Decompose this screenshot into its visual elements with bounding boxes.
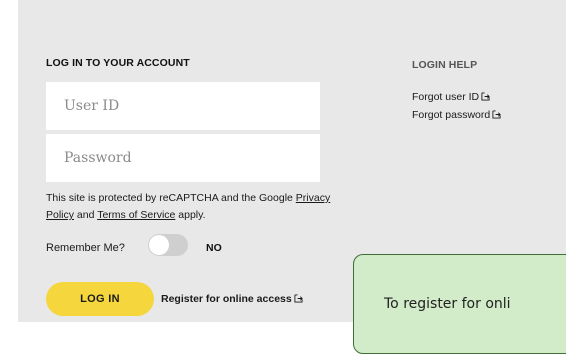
register-link[interactable]: Register for online access (161, 293, 303, 305)
login-help-heading: LOGIN HELP (412, 59, 478, 71)
forgot-password-label: Forgot password (412, 109, 491, 121)
remember-me-state: NO (206, 242, 222, 254)
terms-of-service-link[interactable]: Terms of Service (97, 209, 175, 221)
remember-me-toggle[interactable] (148, 234, 188, 256)
remember-me-label: Remember Me? (46, 242, 125, 254)
external-link-icon (481, 92, 490, 101)
login-heading: LOG IN TO YOUR ACCOUNT (46, 57, 190, 69)
tooltip-text: To register for onli (384, 296, 511, 312)
user-id-input[interactable] (46, 82, 320, 130)
recaptcha-and: and (74, 209, 98, 221)
forgot-user-id-label: Forgot user ID (412, 91, 480, 103)
external-link-icon (492, 110, 501, 119)
toggle-knob (149, 235, 169, 255)
recaptcha-notice: This site is protected by reCAPTCHA and … (46, 190, 336, 224)
recaptcha-suffix: apply. (175, 209, 206, 221)
forgot-user-id-link[interactable]: Forgot user ID (412, 91, 490, 103)
password-input[interactable] (46, 134, 320, 182)
login-button[interactable]: LOG IN (46, 282, 154, 316)
external-link-icon (294, 294, 303, 303)
recaptcha-prefix: This site is protected by reCAPTCHA and … (46, 192, 296, 204)
register-link-label: Register for online access (161, 293, 292, 305)
forgot-password-link[interactable]: Forgot password (412, 109, 501, 121)
